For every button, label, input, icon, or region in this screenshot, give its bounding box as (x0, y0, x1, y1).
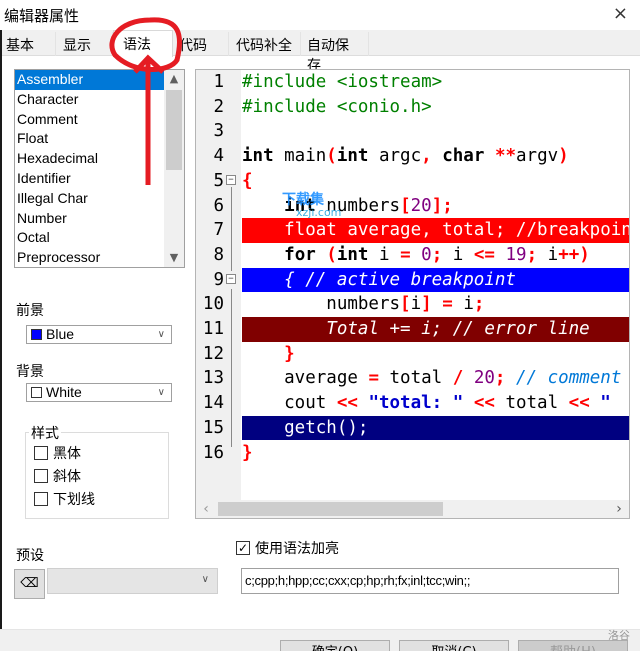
title-bar: 编辑器属性 × (0, 0, 640, 30)
italic-checkbox[interactable]: 斜体 (34, 466, 81, 486)
use-syntax-highlight-checkbox[interactable]: ✓ 使用语法加亮 (236, 538, 339, 558)
underline-checkbox[interactable]: 下划线 (34, 489, 95, 509)
line-number: 3 (213, 121, 224, 142)
scroll-down-icon[interactable]: ▼ (164, 249, 184, 267)
list-item[interactable]: Octal (15, 228, 164, 248)
code-line: #include <conio.h> (242, 96, 432, 117)
underline-label: 下划线 (53, 492, 95, 508)
checkbox-icon[interactable] (34, 469, 48, 483)
cancel-button[interactable]: 取消(C) (399, 640, 509, 651)
tab-bar: 基本 显示 语法 代码 代码补全 自动保存 (0, 30, 640, 74)
style-title: 样式 (29, 423, 61, 443)
list-item[interactable]: Number (15, 209, 164, 229)
line-number: 15 (202, 417, 224, 438)
foreground-label: 前景 (16, 303, 44, 319)
list-item[interactable]: Float (15, 129, 164, 149)
syntax-preview-editor[interactable]: 1 #include <iostream> 2 #include <conio.h>… (195, 69, 630, 519)
window-title: 编辑器属性 (4, 7, 80, 25)
file-extensions-input[interactable]: c;cpp;h;hpp;cc;cxx;cp;hp;rh;fx;inl;tcc;w… (241, 568, 619, 594)
selected-line: getch(); (242, 415, 629, 441)
checkmark-icon[interactable]: ✓ (236, 541, 250, 555)
line-number: 14 (202, 393, 224, 414)
window-border (0, 30, 2, 651)
foreground-value: Blue (46, 326, 75, 342)
list-item[interactable]: Assembler (15, 70, 164, 90)
syntax-element-list[interactable]: Assembler Character Comment Float Hexade… (14, 69, 185, 268)
code-line: int main(int argc, char **argv) (242, 146, 569, 167)
tab-code[interactable]: 代码 (173, 32, 229, 56)
line-number: 8 (213, 244, 224, 265)
ok-button[interactable]: 确定(O) (280, 640, 390, 651)
fold-collapse-icon[interactable]: − (226, 273, 236, 284)
tab-code-completion[interactable]: 代码补全 (230, 32, 301, 56)
line-number: 5 (213, 170, 224, 191)
scroll-up-icon[interactable]: ▲ (164, 70, 184, 88)
bold-label: 黑体 (53, 446, 81, 462)
code-line: numbers[i] = i; (242, 294, 485, 315)
preset-apply-button[interactable]: ⌫ (14, 569, 45, 599)
eraser-icon: ⌫ (20, 576, 39, 591)
line-number: 2 (213, 96, 224, 117)
scroll-thumb[interactable] (166, 90, 182, 170)
background-label: 背景 (16, 364, 44, 380)
line-number: 11 (202, 319, 224, 339)
breakpoint-line: float average, total; //breakpoint (242, 218, 629, 243)
scroll-thumb[interactable] (218, 502, 443, 516)
tab-syntax[interactable]: 语法 (113, 30, 173, 57)
close-icon[interactable]: × (613, 3, 628, 24)
list-item[interactable]: Comment (15, 110, 164, 130)
tab-display[interactable]: 显示 (57, 32, 113, 56)
corner-watermark: 洛谷 (608, 629, 630, 642)
line-number: 6 (213, 195, 224, 216)
line-number: 16 (202, 442, 224, 463)
preset-select[interactable]: ∨ (47, 568, 218, 594)
fold-collapse-icon[interactable]: − (226, 174, 236, 185)
background-select[interactable]: White ∨ (26, 383, 172, 402)
list-item[interactable]: Preprocessor (15, 248, 164, 267)
active-breakpoint-line: { // active breakpoint (242, 267, 629, 293)
style-groupbox: 样式 黑体 斜体 下划线 (25, 423, 169, 519)
code-line: #include <iostream> (242, 72, 443, 92)
background-value: White (46, 384, 82, 400)
tab-basic[interactable]: 基本 (0, 32, 56, 56)
list-scrollbar[interactable]: ▲ ▼ (164, 70, 184, 267)
code-line: average = total / 20; // comment (242, 368, 622, 389)
use-syntax-highlight-label: 使用语法加亮 (255, 541, 339, 557)
chevron-down-icon: ∨ (157, 329, 165, 340)
foreground-select[interactable]: Blue ∨ (26, 325, 172, 344)
tab-autosave[interactable]: 自动保存 (301, 32, 369, 74)
line-number: 13 (202, 368, 224, 389)
watermark-url: xzji.com (296, 206, 342, 219)
chevron-down-icon: ∨ (201, 574, 209, 585)
code-line: for (int i = 0; i <= 19; i++) (284, 244, 590, 265)
line-number: 10 (202, 294, 224, 315)
watermark-logo: 下载集 xzji.com (282, 189, 341, 219)
line-number: 12 (202, 343, 224, 364)
color-swatch-icon (31, 329, 42, 340)
bold-checkbox[interactable]: 黑体 (34, 443, 81, 463)
list-item[interactable]: Hexadecimal (15, 149, 164, 169)
italic-label: 斜体 (53, 469, 81, 485)
scroll-left-icon[interactable]: ‹ (196, 500, 216, 518)
list-item[interactable]: Illegal Char (15, 189, 164, 209)
preset-label: 预设 (16, 548, 44, 564)
list-item[interactable]: Identifier (15, 169, 164, 189)
checkbox-icon[interactable] (34, 492, 48, 506)
checkbox-icon[interactable] (34, 446, 48, 460)
editor-horizontal-scrollbar[interactable]: ‹ › (196, 500, 629, 518)
line-number: 1 (213, 72, 224, 92)
line-number: 4 (213, 146, 224, 167)
code-line: cout << "total: " << total << " (242, 393, 611, 414)
error-line: Total += i; // error line (242, 317, 629, 342)
color-swatch-icon (31, 387, 42, 398)
list-item[interactable]: Character (15, 90, 164, 110)
line-number: 7 (213, 220, 224, 241)
line-number: 9 (213, 269, 224, 290)
code-line: } (284, 343, 295, 364)
chevron-down-icon: ∨ (157, 387, 165, 398)
scroll-right-icon[interactable]: › (609, 500, 629, 518)
code-line: } (242, 442, 253, 463)
